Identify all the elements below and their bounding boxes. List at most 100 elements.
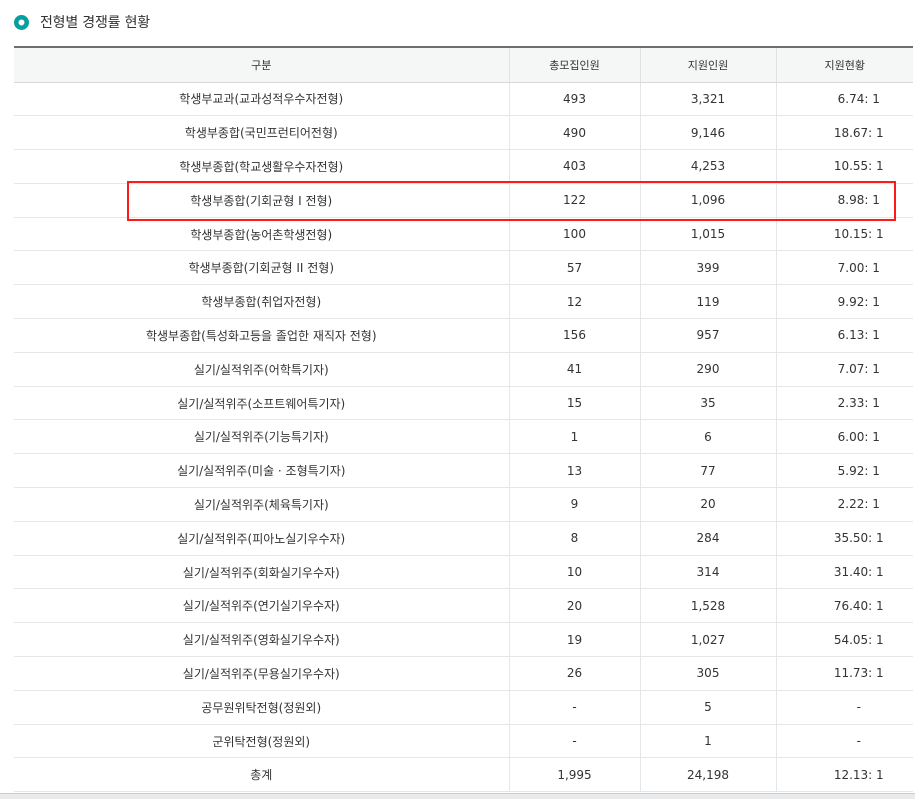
cell-category: 학생부종합(취업자전형) <box>14 284 509 320</box>
cell-competition-ratio: 12.13: 1 <box>775 757 913 793</box>
cell-category: 실기/실적위주(피아노실기우수자) <box>14 521 509 556</box>
cell-total-quota: 10 <box>508 555 640 590</box>
cell-total-quota: 8 <box>508 521 640 556</box>
table-row: 학생부종합(취업자전형) 12 119 9.92: 1 <box>14 284 913 320</box>
cell-competition-ratio: 2.22: 1 <box>775 487 913 522</box>
cell-competition-ratio: 35.50: 1 <box>775 521 913 556</box>
cell-applicants: 119 <box>639 284 776 320</box>
cell-total-quota: 1,995 <box>508 757 640 793</box>
cell-competition-ratio: 10.55: 1 <box>775 149 913 184</box>
cell-applicants: 3,321 <box>639 82 776 117</box>
cell-competition-ratio: 6.74: 1 <box>775 82 913 117</box>
header-total-quota: 총모집인원 <box>508 46 640 83</box>
cell-total-quota: 1 <box>508 419 640 455</box>
table-row: 실기/실적위주(체육특기자) 9 20 2.22: 1 <box>14 487 913 522</box>
cell-total-quota: 26 <box>508 656 640 691</box>
cell-competition-ratio: 10.15: 1 <box>775 217 913 252</box>
cell-applicants: 77 <box>639 453 776 489</box>
cell-category: 실기/실적위주(미술 · 조형특기자) <box>14 453 509 489</box>
cell-applicants: 35 <box>639 386 776 421</box>
cell-category: 실기/실적위주(체육특기자) <box>14 487 509 522</box>
cell-competition-ratio: 6.00: 1 <box>775 419 913 455</box>
cell-category: 실기/실적위주(연기실기우수자) <box>14 588 509 624</box>
cell-category: 학생부종합(학교생활우수자전형) <box>14 149 509 184</box>
table-row: 학생부종합(특성화고등을 졸업한 재직자 전형) 156 957 6.13: 1 <box>14 318 913 353</box>
table-row: 실기/실적위주(소프트웨어특기자) 15 35 2.33: 1 <box>14 386 913 421</box>
competition-rate-table: 구분 총모집인원 지원인원 지원현황 학생부교과(교과성적우수자전형) 493 3,… <box>14 46 913 793</box>
table-row: 실기/실적위주(어학특기자) 41 290 7.07: 1 <box>14 352 913 387</box>
table-row: 공무원위탁전형(정원외) -5- <box>14 690 913 725</box>
cell-competition-ratio: 7.00: 1 <box>775 250 913 286</box>
cell-competition-ratio: 9.92: 1 <box>775 284 913 320</box>
cell-competition-ratio: 11.73: 1 <box>775 656 913 691</box>
table-row: 실기/실적위주(피아노실기우수자) 8 284 35.50: 1 <box>14 521 913 556</box>
cell-category: 실기/실적위주(영화실기우수자) <box>14 622 509 658</box>
table-row: 학생부종합(기회균형 II 전형) 57 399 7.00: 1 <box>14 250 913 286</box>
cell-competition-ratio: 18.67: 1 <box>775 115 913 151</box>
cell-category: 학생부종합(국민프런티어전형) <box>14 115 509 151</box>
cell-total-quota: 493 <box>508 82 640 117</box>
cell-total-quota: - <box>508 724 640 759</box>
table-row: 실기/실적위주(미술 · 조형특기자) 13 77 5.92: 1 <box>14 453 913 489</box>
header-competition-ratio: 지원현황 <box>775 46 913 83</box>
cell-total-quota: 20 <box>508 588 640 624</box>
cell-applicants: 1,528 <box>639 588 776 624</box>
cell-applicants: 20 <box>639 487 776 522</box>
horizontal-scrollbar[interactable] <box>0 793 915 799</box>
table-row: 학생부종합(농어촌학생전형) 100 1,015 10.15: 1 <box>14 217 913 252</box>
cell-total-quota: - <box>508 690 640 725</box>
section-header: 전형별 경쟁률 현황 <box>14 11 150 33</box>
table-row: 학생부종합(학교생활우수자전형) 403 4,253 10.55: 1 <box>14 149 913 184</box>
table-total-row: 총계 1,995 24,198 12.13: 1 <box>14 757 913 793</box>
cell-category: 총계 <box>14 757 509 793</box>
cell-category: 학생부종합(기회균형 I 전형) <box>14 183 509 218</box>
table-row: 실기/실적위주(무용실기우수자) 26 305 11.73: 1 <box>14 656 913 691</box>
cell-competition-ratio: 31.40: 1 <box>775 555 913 590</box>
cell-competition-ratio: 76.40: 1 <box>775 588 913 624</box>
header-category: 구분 <box>14 46 509 83</box>
cell-competition-ratio: 54.05: 1 <box>775 622 913 658</box>
cell-competition-ratio: 5.92: 1 <box>775 453 913 489</box>
cell-category: 학생부종합(농어촌학생전형) <box>14 217 509 252</box>
cell-category: 실기/실적위주(기능특기자) <box>14 419 509 455</box>
cell-applicants: 1,027 <box>639 622 776 658</box>
cell-total-quota: 490 <box>508 115 640 151</box>
cell-total-quota: 41 <box>508 352 640 387</box>
table-row: 군위탁전형(정원외) -1- <box>14 724 913 759</box>
header-applicants: 지원인원 <box>639 46 776 83</box>
table-row: 실기/실적위주(영화실기우수자) 19 1,027 54.05: 1 <box>14 622 913 658</box>
cell-total-quota: 15 <box>508 386 640 421</box>
cell-total-quota: 12 <box>508 284 640 320</box>
cell-total-quota: 403 <box>508 149 640 184</box>
table-row: 학생부종합(국민프런티어전형) 490 9,146 18.67: 1 <box>14 115 913 151</box>
cell-total-quota: 9 <box>508 487 640 522</box>
cell-competition-ratio: 7.07: 1 <box>775 352 913 387</box>
cell-applicants: 290 <box>639 352 776 387</box>
cell-category: 실기/실적위주(어학특기자) <box>14 352 509 387</box>
circle-bullet-icon <box>14 14 29 30</box>
cell-applicants: 4,253 <box>639 149 776 184</box>
cell-competition-ratio: 6.13: 1 <box>775 318 913 353</box>
cell-category: 학생부종합(특성화고등을 졸업한 재직자 전형) <box>14 318 509 353</box>
cell-competition-ratio: 2.33: 1 <box>775 386 913 421</box>
section-title: 전형별 경쟁률 현황 <box>40 15 150 31</box>
cell-category: 실기/실적위주(무용실기우수자) <box>14 656 509 691</box>
cell-category: 실기/실적위주(회화실기우수자) <box>14 555 509 590</box>
cell-total-quota: 13 <box>508 453 640 489</box>
cell-total-quota: 122 <box>508 183 640 218</box>
cell-applicants: 1,015 <box>639 217 776 252</box>
table-header-row: 구분 총모집인원 지원인원 지원현황 <box>14 46 913 83</box>
cell-applicants: 6 <box>639 419 776 455</box>
table-row: 실기/실적위주(회화실기우수자) 10 314 31.40: 1 <box>14 555 913 590</box>
cell-total-quota: 57 <box>508 250 640 286</box>
table-row: 학생부교과(교과성적우수자전형) 493 3,321 6.74: 1 <box>14 82 913 117</box>
table-row: 학생부종합(기회균형 I 전형) 122 1,096 8.98: 1 <box>14 183 913 218</box>
table-row: 실기/실적위주(기능특기자) 1 6 6.00: 1 <box>14 419 913 455</box>
cell-applicants: 9,146 <box>639 115 776 151</box>
cell-applicants: 1,096 <box>639 183 776 218</box>
table-body: 학생부교과(교과성적우수자전형) 493 3,321 6.74: 1 학생부종합(국민프… <box>14 82 913 793</box>
cell-total-quota: 19 <box>508 622 640 658</box>
cell-applicants: 957 <box>639 318 776 353</box>
cell-applicants: 1 <box>639 724 776 759</box>
cell-total-quota: 156 <box>508 318 640 353</box>
